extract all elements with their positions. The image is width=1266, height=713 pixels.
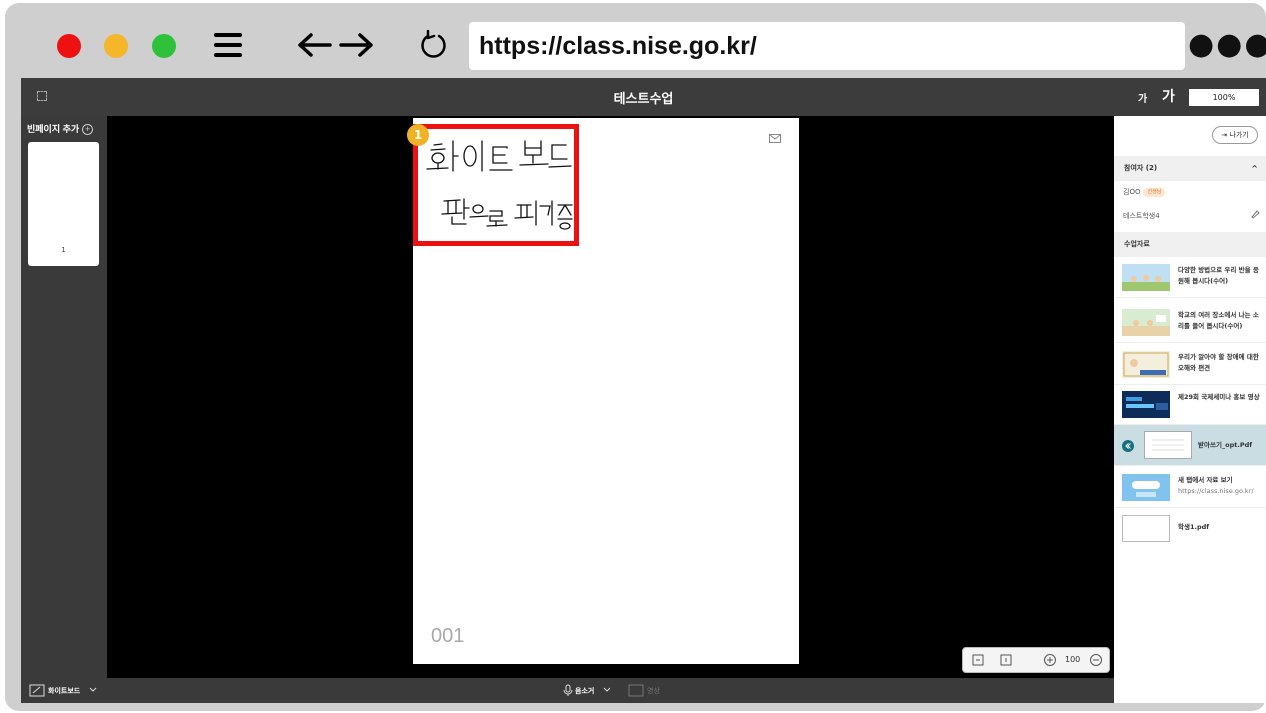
highlight-box: 1 [407,124,579,246]
thumbnail-page-number: 1 [61,246,66,254]
browser-window: https://class.nise.go.kr/ ●●● 테스트수업 가 가 … [5,3,1266,711]
teacher-tag: 선생님 [1143,187,1166,197]
chevron-down-icon[interactable] [89,687,97,693]
page-thumbnail[interactable]: 1 [28,142,99,266]
handwriting-strokes [426,140,573,230]
zoom-field[interactable]: 100% [1189,89,1259,106]
font-increase-button[interactable]: 가 [1162,86,1175,106]
chevron-up-icon[interactable]: ^ [1251,156,1258,181]
material-item[interactable]: 새 탭에서 자료 보기 https://class.nise.go.kr/ [1114,467,1266,508]
mute-button[interactable]: 음소거 [575,686,594,696]
participant-name: 김OO [1123,188,1141,196]
material-title: 우리가 알아야 할 장애에 대한 오해와 편견 [1178,353,1259,372]
forward-arrow-icon[interactable] [339,32,375,58]
material-thumbnail [1122,309,1170,336]
material-title: 새 탭에서 자료 보기 https://class.nise.go.kr/ [1178,475,1262,497]
whiteboard-page[interactable]: 1 001 [407,118,799,664]
chevron-down-icon[interactable] [603,687,611,693]
board-zoom-controls: 100 [962,647,1110,673]
material-title: 학생1.pdf [1178,523,1210,531]
exit-icon: ⇥ [1221,131,1228,139]
plus-circle-icon: + [82,124,94,135]
material-title-text: 새 탭에서 자료 보기 [1178,476,1233,484]
participants-header-label: 참여자 (2) [1124,164,1158,172]
collapse-arrow-icon[interactable] [1122,440,1134,452]
class-title: 테스트수업 [613,91,674,106]
material-title: 학교의 여러 장소에서 나는 소리를 들어 봅시다(수어) [1178,311,1259,330]
material-item[interactable]: 다양한 방법으로 우리 반을 응원해 봅시다(수어) [1114,257,1266,298]
whiteboard-icon[interactable] [29,684,45,697]
material-thumbnail [1122,351,1170,378]
step-number-badge: 1 [407,124,429,146]
material-title: 다양한 방법으로 우리 반을 응원해 봅시다(수어) [1178,266,1259,285]
material-item-selected[interactable]: 받아쓰기_opt.Pdf [1114,425,1266,466]
material-item[interactable]: 학교의 여러 장소에서 나는 소리를 들어 봅시다(수어) [1114,302,1266,343]
participants-header[interactable]: 참여자 (2) ^ [1114,156,1266,181]
reload-icon[interactable] [418,30,448,60]
app-header: 테스트수업 가 가 100% [21,78,1266,116]
back-arrow-icon[interactable] [296,32,332,58]
participant-teacher: 김OO 선생님 [1123,187,1166,197]
material-item[interactable]: 우리가 알아야 할 장애에 대한 오해와 편견 [1114,344,1266,385]
leave-button[interactable]: ⇥ 나가기 [1212,126,1258,144]
fit-width-icon[interactable] [971,653,985,667]
mail-icon[interactable] [769,134,781,143]
menu-icon[interactable] [213,31,243,59]
app-viewport: 테스트수업 가 가 100% 빈페이지 추가 + 1 1 001 100 화이트… [21,78,1266,703]
pdf-thumbnail [1144,431,1192,459]
participant-student: 테스트학생4 [1123,211,1160,221]
zoom-in-icon[interactable] [1043,653,1057,667]
materials-header: 수업자료 [1114,232,1266,257]
material-item[interactable]: 학생1.pdf [1114,508,1266,549]
right-side-panel: ⇥ 나가기 참여자 (2) ^ 김OO 선생님 테스트학생4 수업자료 다양한 … [1114,116,1266,703]
material-url: https://class.nise.go.kr/ [1178,487,1254,495]
material-thumbnail [1122,515,1170,542]
leave-label: 나가기 [1229,131,1249,139]
maximize-window-button[interactable] [152,34,176,58]
font-decrease-button[interactable]: 가 [1138,90,1147,105]
fit-page-icon[interactable] [999,653,1013,667]
camera-button[interactable]: 영상 [647,686,660,696]
add-blank-page-button[interactable]: 빈페이지 추가 + [27,122,94,135]
material-item[interactable]: 제29회 국제세미나 홍보 영상 [1114,384,1266,425]
material-title: 제29회 국제세미나 홍보 영상 [1178,393,1260,401]
bottom-toolbar: 화이트보드 음소거 영상 [21,678,1114,703]
page-number: 001 [431,625,465,647]
page-thumbnail-panel: 빈페이지 추가 + 1 [21,116,107,678]
material-thumbnail [1122,391,1170,418]
close-window-button[interactable] [57,34,81,58]
address-bar[interactable]: https://class.nise.go.kr/ [469,22,1185,70]
minimize-window-button[interactable] [104,34,128,58]
zoom-out-icon[interactable] [1089,653,1103,667]
camera-icon[interactable] [628,684,644,697]
material-thumbnail [1122,264,1170,291]
whiteboard-mode-button[interactable]: 화이트보드 [48,686,80,696]
pencil-icon[interactable] [1250,209,1260,219]
whiteboard-canvas[interactable]: 1 001 100 [107,116,1114,678]
microphone-icon[interactable] [563,684,573,697]
add-page-label: 빈페이지 추가 [27,124,80,134]
more-options-button[interactable]: ●●● [1188,27,1266,62]
board-zoom-value: 100 [1065,655,1081,664]
participant-name: 테스트학생4 [1123,212,1160,220]
material-title: 받아쓰기_opt.Pdf [1198,441,1253,449]
material-thumbnail [1122,474,1170,501]
